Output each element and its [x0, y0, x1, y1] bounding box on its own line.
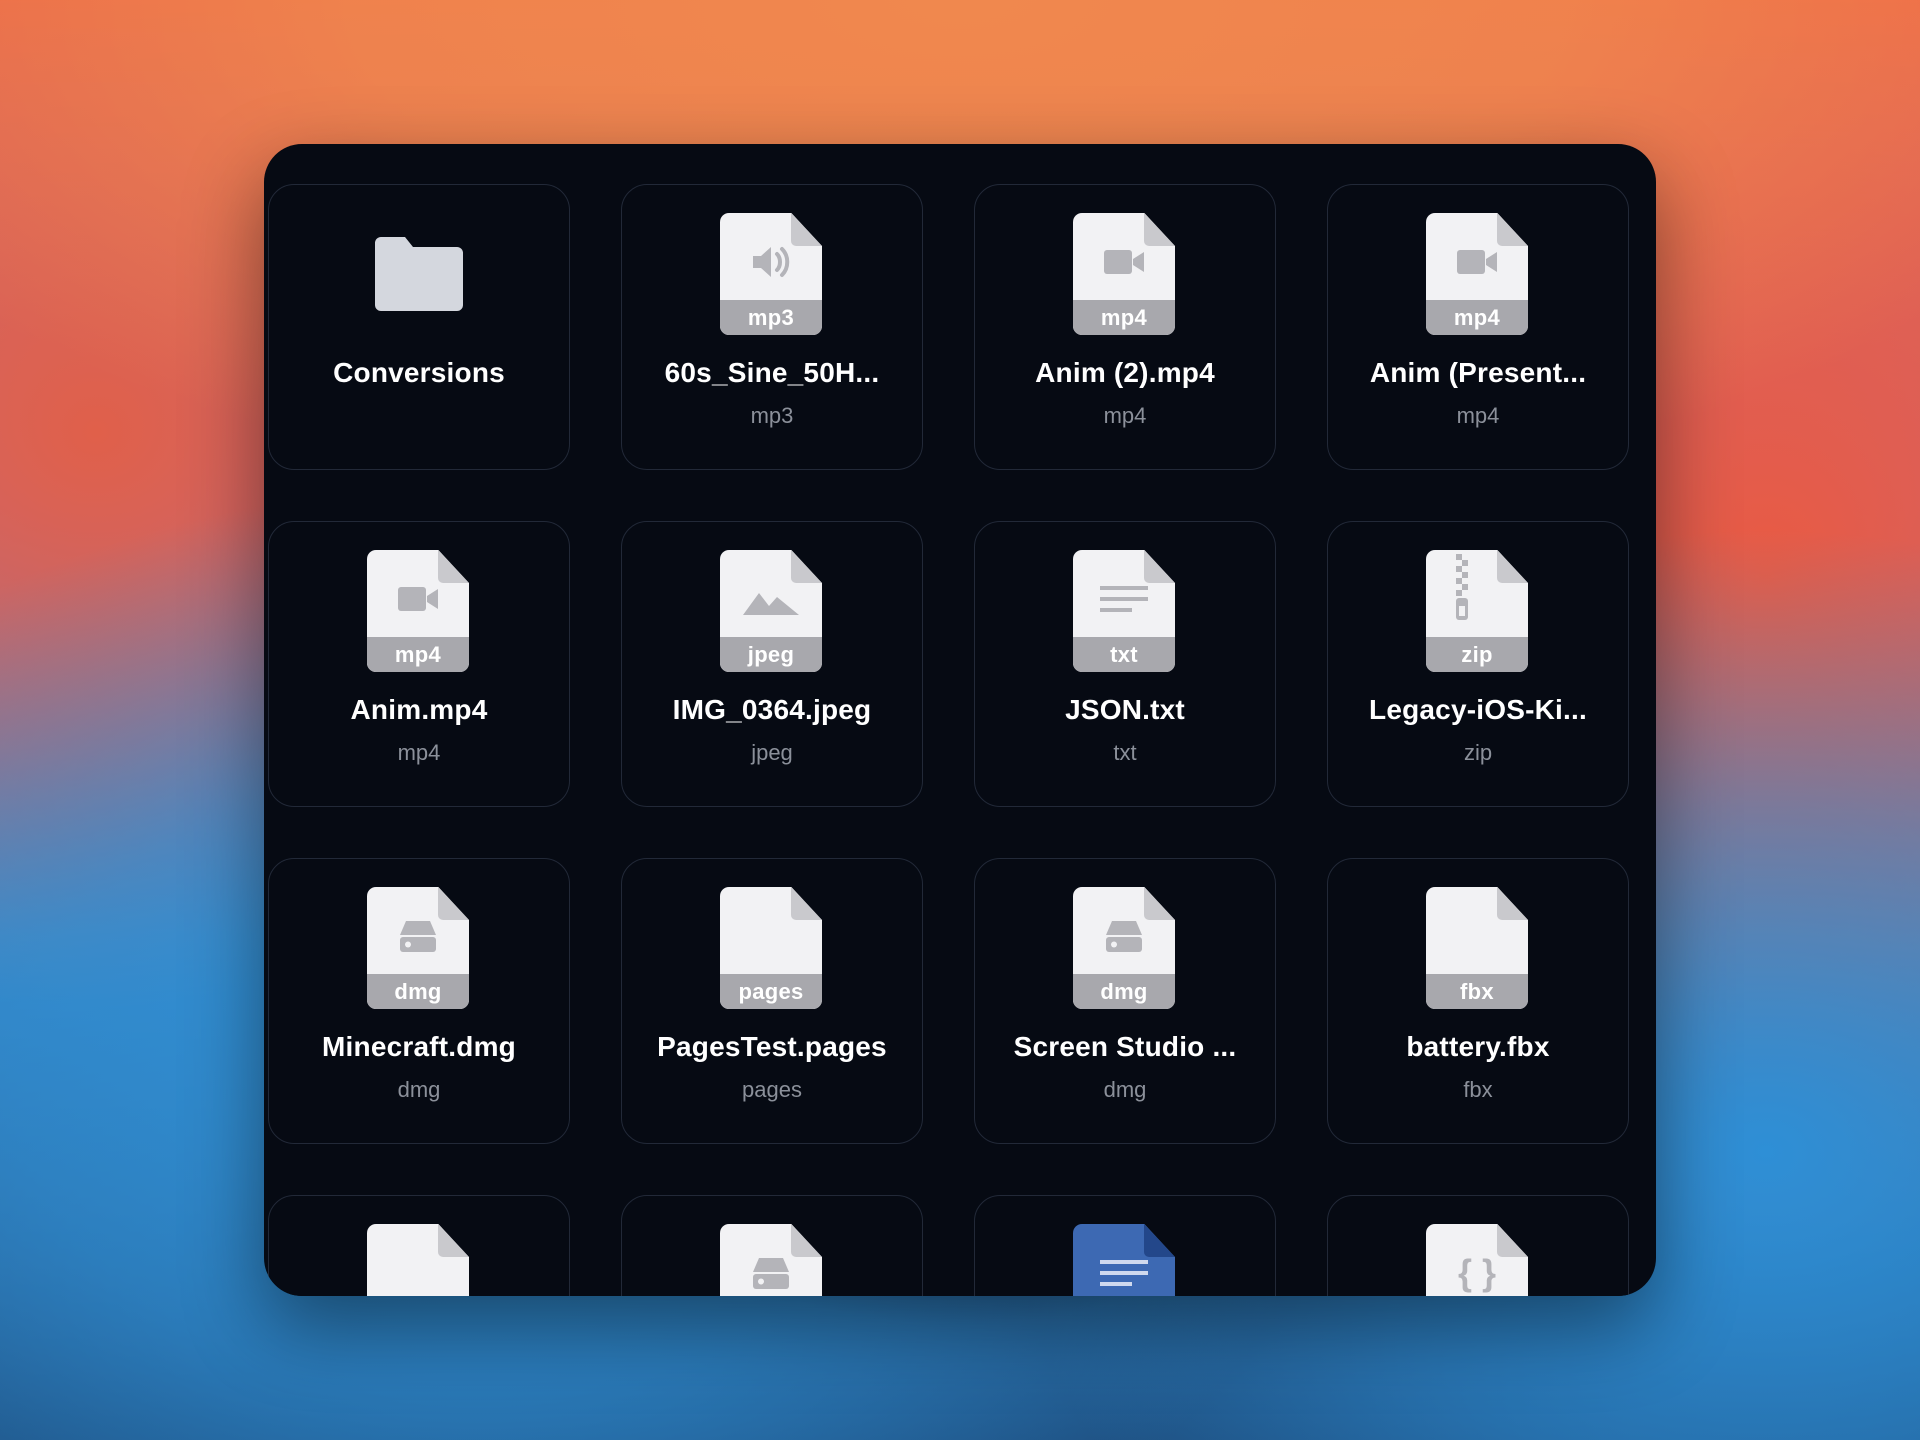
file-name: battery.fbx — [1406, 1031, 1550, 1062]
file-tile[interactable] — [268, 1195, 570, 1296]
file-name: Anim (2).mp4 — [1035, 357, 1215, 388]
video-camera-file-icon: mp4 — [367, 550, 471, 674]
video-camera-file-icon: mp4 — [1426, 213, 1530, 337]
file-name: 60s_Sine_50H... — [664, 357, 880, 388]
document-file-icon — [367, 1224, 471, 1296]
file-type-badge: mp4 — [1073, 300, 1175, 335]
file-extension: zip — [1463, 740, 1493, 765]
file-name: JSON.txt — [1065, 694, 1185, 725]
file-tile[interactable]: mp4 Anim.mp4 mp4 — [268, 521, 570, 807]
image-mountain-file-icon: jpeg — [720, 550, 824, 674]
file-type-badge: mp4 — [367, 637, 469, 672]
file-extension: jpeg — [751, 740, 793, 765]
file-tile[interactable]: { } — [1327, 1195, 1629, 1296]
file-name: Conversions — [333, 357, 505, 388]
file-type-badge: pages — [720, 974, 822, 1009]
file-tile[interactable]: jpeg IMG_0364.jpeg jpeg — [621, 521, 923, 807]
file-extension: mp4 — [1456, 403, 1500, 428]
file-extension: dmg — [1103, 1077, 1147, 1102]
disk-drive-file-icon — [720, 1224, 824, 1296]
document-file-icon: pages — [720, 887, 824, 1011]
file-extension: dmg — [397, 1077, 441, 1102]
file-name: Anim.mp4 — [350, 694, 488, 725]
file-type-badge: dmg — [1073, 974, 1175, 1009]
file-tile[interactable] — [621, 1195, 923, 1296]
video-camera-file-icon: mp4 — [1073, 213, 1177, 337]
file-browser-panel: Conversions mp3 60s_Sine_50H... mp3 mp4 Anim … — [264, 144, 1656, 1296]
file-extension: mp3 — [750, 403, 794, 428]
file-tile[interactable] — [974, 1195, 1276, 1296]
disk-drive-file-icon: dmg — [367, 887, 471, 1011]
speaker-file-icon: mp3 — [720, 213, 824, 337]
file-tile[interactable]: mp3 60s_Sine_50H... mp3 — [621, 184, 923, 470]
file-type-badge: jpeg — [720, 637, 822, 672]
braces-file-icon: { } — [1426, 1224, 1530, 1296]
file-tile[interactable]: mp4 Anim (2).mp4 mp4 — [974, 184, 1276, 470]
file-tile[interactable]: pages PagesTest.pages pages — [621, 858, 923, 1144]
file-tile[interactable]: txt JSON.txt txt — [974, 521, 1276, 807]
file-tile[interactable]: dmg Screen Studio ... dmg — [974, 858, 1276, 1144]
file-extension: pages — [742, 1077, 802, 1102]
folder-icon — [367, 213, 471, 337]
file-name: PagesTest.pages — [657, 1031, 887, 1062]
file-name: IMG_0364.jpeg — [672, 694, 872, 725]
file-tile[interactable]: dmg Minecraft.dmg dmg — [268, 858, 570, 1144]
file-type-badge: mp3 — [720, 300, 822, 335]
file-tile[interactable]: zip Legacy-iOS-Ki... zip — [1327, 521, 1629, 807]
file-type-badge: txt — [1073, 637, 1175, 672]
file-extension: mp4 — [397, 740, 441, 765]
file-tile[interactable]: fbx battery.fbx fbx — [1327, 858, 1629, 1144]
file-extension: fbx — [1463, 1077, 1493, 1102]
file-name: Minecraft.dmg — [322, 1031, 516, 1062]
file-type-badge: fbx — [1426, 974, 1528, 1009]
disk-drive-file-icon: dmg — [1073, 887, 1177, 1011]
file-name: Legacy-iOS-Ki... — [1369, 694, 1587, 725]
file-name: Anim (Present... — [1369, 357, 1587, 388]
file-grid: Conversions mp3 60s_Sine_50H... mp3 mp4 Anim … — [268, 184, 1629, 1296]
document-file-icon: fbx — [1426, 887, 1530, 1011]
file-type-badge: dmg — [367, 974, 469, 1009]
file-type-badge: mp4 — [1426, 300, 1528, 335]
file-tile[interactable]: mp4 Anim (Present... mp4 — [1327, 184, 1629, 470]
file-name: Screen Studio ... — [1013, 1031, 1237, 1062]
zipper-file-icon: zip — [1426, 550, 1530, 674]
folder-tile[interactable]: Conversions — [268, 184, 570, 470]
file-type-badge: zip — [1426, 637, 1528, 672]
text-lines-file-icon — [1073, 1224, 1177, 1296]
svg-text:{ }: { } — [1458, 1253, 1496, 1293]
file-extension: txt — [1113, 740, 1137, 765]
text-lines-file-icon: txt — [1073, 550, 1177, 674]
file-extension: mp4 — [1103, 403, 1147, 428]
